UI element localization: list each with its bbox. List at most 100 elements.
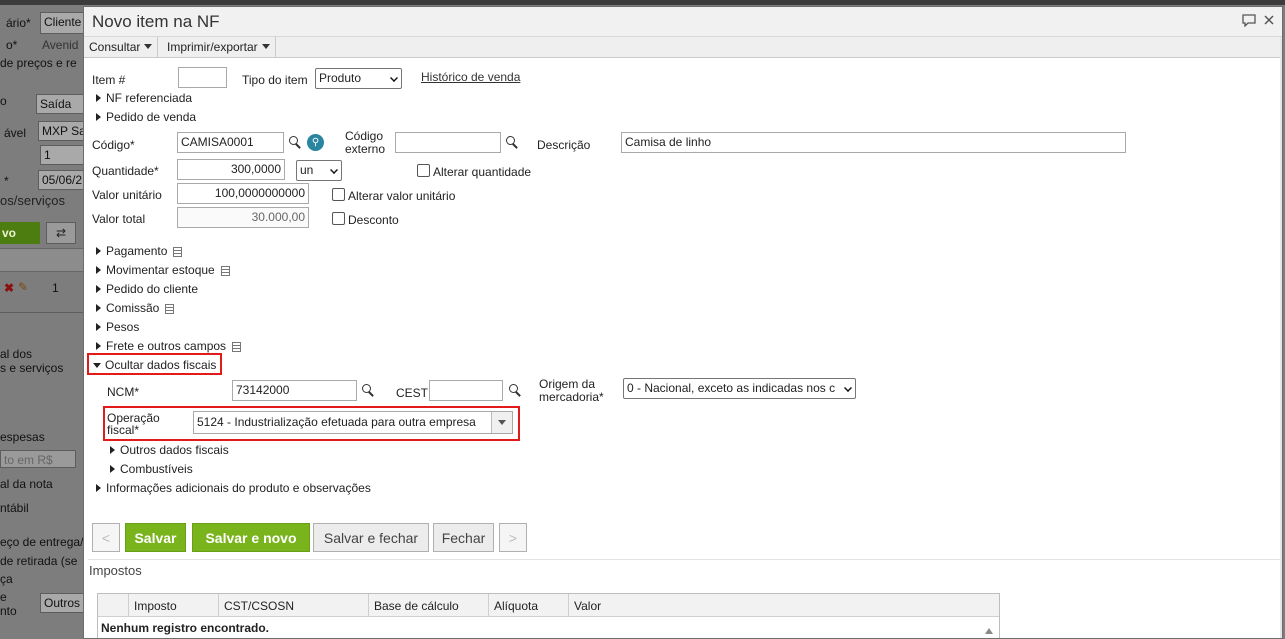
valor-unitario-input[interactable]: 100,0000000000 bbox=[177, 183, 309, 204]
pesos-toggle[interactable]: Pesos bbox=[96, 320, 139, 334]
chevron-down-icon bbox=[390, 74, 398, 82]
quantidade-label: Quantidade* bbox=[92, 164, 159, 178]
operacao-dropdown-button[interactable] bbox=[491, 412, 512, 433]
bg-currency-field[interactable]: to em R$ bbox=[0, 450, 76, 468]
tipo-select[interactable]: Produto bbox=[315, 68, 402, 89]
save-and-close-button[interactable]: Salvar e fechar bbox=[313, 523, 429, 552]
valor-total-input: 30.000,00 bbox=[177, 207, 309, 228]
unidade-value: un bbox=[300, 163, 314, 177]
column-header[interactable]: Imposto bbox=[128, 594, 182, 617]
unidade-select[interactable]: un bbox=[296, 160, 342, 181]
combustiveis-toggle[interactable]: Combustíveis bbox=[110, 462, 193, 476]
scroll-up-icon[interactable] bbox=[985, 628, 993, 634]
bg-saida-field[interactable]: Saída bbox=[36, 94, 84, 114]
chat-icon[interactable] bbox=[1241, 13, 1257, 27]
operacao-fiscal-combo[interactable]: 5124 - Industrialização efetuada para ou… bbox=[193, 411, 513, 434]
column-header[interactable]: Alíquota bbox=[488, 594, 543, 617]
ncm-label: NCM* bbox=[107, 385, 139, 399]
bg-label: al dos bbox=[0, 347, 33, 361]
bg-divider bbox=[0, 312, 84, 313]
bg-outros-field[interactable]: Outros bbox=[40, 593, 84, 613]
alterar-valor-unitario-label: Alterar valor unitário bbox=[348, 189, 456, 203]
delete-icon[interactable]: ✖ bbox=[4, 281, 14, 295]
bg-mxp-field[interactable]: MXP Sa bbox=[38, 121, 84, 141]
bg-label: ável bbox=[4, 126, 27, 140]
bg-date-field[interactable]: 05/06/2 bbox=[38, 170, 84, 190]
search-icon[interactable] bbox=[506, 136, 519, 149]
info-adicionais-toggle[interactable]: Informações adicionais do produto e obse… bbox=[96, 481, 371, 495]
consultar-menu[interactable]: Consultar bbox=[84, 37, 159, 57]
ocultar-dados-fiscais-toggle[interactable]: Ocultar dados fiscais bbox=[93, 358, 216, 372]
descricao-label: Descrição bbox=[537, 138, 591, 152]
codigo-externo-input[interactable] bbox=[395, 132, 501, 153]
dialog-titlebar: Novo item na NF bbox=[84, 7, 1282, 37]
impostos-title: Impostos bbox=[89, 563, 142, 578]
dialog-scrollbar[interactable] bbox=[1280, 37, 1282, 638]
nf-referenciada-toggle[interactable]: NF referenciada bbox=[96, 91, 192, 105]
search-icon[interactable] bbox=[289, 136, 302, 149]
nf-referenciada-label: NF referenciada bbox=[106, 91, 193, 105]
alterar-valor-unitario-checkbox[interactable] bbox=[332, 188, 345, 201]
tipo-label: Tipo do item bbox=[242, 73, 308, 87]
next-button[interactable]: > bbox=[499, 523, 527, 552]
close-button[interactable]: Fechar bbox=[433, 523, 494, 552]
close-icon[interactable] bbox=[1264, 15, 1274, 25]
expand-icon bbox=[110, 465, 115, 473]
consultar-label: Consultar bbox=[89, 40, 141, 54]
bg-label: nto bbox=[0, 604, 17, 618]
edit-icon[interactable]: ✎ bbox=[18, 280, 28, 294]
cest-input[interactable] bbox=[429, 380, 503, 401]
comissao-label: Comissão bbox=[106, 301, 160, 315]
bg-label: ário* bbox=[6, 16, 31, 30]
descricao-input[interactable]: Camisa de linho bbox=[621, 132, 1126, 153]
outros-dados-fiscais-label: Outros dados fiscais bbox=[120, 443, 229, 457]
pedido-cliente-toggle[interactable]: Pedido do cliente bbox=[96, 282, 198, 296]
alterar-quantidade-checkbox[interactable] bbox=[417, 164, 430, 177]
codigo-input[interactable]: CAMISA0001 bbox=[177, 132, 284, 153]
expand-icon bbox=[96, 323, 101, 331]
impostos-table: Imposto CST/CSOSN Base de cálculo Alíquo… bbox=[97, 593, 1000, 638]
cest-label: CEST bbox=[396, 386, 429, 400]
valor-unitario-label: Valor unitário bbox=[92, 188, 162, 202]
historico-venda-link[interactable]: Histórico de venda bbox=[421, 70, 520, 84]
bg-number-field[interactable]: 1 bbox=[40, 145, 84, 165]
pedido-venda-toggle[interactable]: Pedido de venda bbox=[96, 110, 196, 124]
bg-label: o bbox=[0, 94, 7, 108]
search-icon[interactable] bbox=[362, 384, 375, 397]
pagamento-toggle[interactable]: Pagamento bbox=[96, 244, 183, 258]
outros-dados-fiscais-toggle[interactable]: Outros dados fiscais bbox=[110, 443, 229, 457]
bg-label: s e serviços bbox=[0, 361, 64, 375]
movimentar-estoque-label: Movimentar estoque bbox=[106, 263, 215, 277]
save-and-new-button[interactable]: Salvar e novo bbox=[192, 523, 310, 552]
product-lookup-icon[interactable]: ⚲ bbox=[307, 134, 324, 151]
save-button[interactable]: Salvar bbox=[125, 523, 186, 552]
movimentar-estoque-toggle[interactable]: Movimentar estoque bbox=[96, 263, 230, 277]
column-header[interactable]: Valor bbox=[568, 594, 984, 617]
previous-button[interactable]: < bbox=[92, 523, 120, 552]
frete-label: Frete e outros campos bbox=[106, 339, 227, 353]
item-number-input[interactable] bbox=[178, 67, 227, 88]
column-header[interactable]: Base de cálculo bbox=[368, 594, 464, 617]
chevron-down-icon bbox=[498, 420, 506, 425]
comissao-toggle[interactable]: Comissão bbox=[96, 301, 175, 315]
bg-label: o* bbox=[6, 38, 18, 52]
refresh-icon[interactable]: ⇄ bbox=[46, 222, 76, 244]
desconto-checkbox[interactable] bbox=[332, 212, 345, 225]
dialog-title: Novo item na NF bbox=[92, 12, 220, 31]
bg-new-button[interactable]: vo bbox=[0, 222, 40, 244]
operacao-fiscal-value: 5124 - Industrialização efetuada para ou… bbox=[197, 415, 476, 429]
origem-select[interactable]: 0 - Nacional, exceto as indicadas nos c bbox=[623, 378, 856, 399]
column-header[interactable]: CST/CSOSN bbox=[218, 594, 299, 617]
search-icon[interactable] bbox=[509, 384, 522, 397]
frete-toggle[interactable]: Frete e outros campos bbox=[96, 339, 242, 353]
pagamento-label: Pagamento bbox=[106, 244, 168, 258]
window-top-strip bbox=[0, 0, 1285, 5]
ncm-input[interactable]: 73142000 bbox=[232, 380, 357, 401]
quantidade-input[interactable]: 300,0000 bbox=[177, 159, 285, 180]
pedido-cliente-label: Pedido do cliente bbox=[106, 282, 199, 296]
operacao-fiscal-label: Operação fiscal* bbox=[107, 411, 160, 437]
imprimir-menu[interactable]: Imprimir/exportar bbox=[162, 37, 276, 57]
expand-icon bbox=[96, 484, 101, 492]
expand-icon bbox=[96, 342, 101, 350]
bg-cliente-field[interactable]: Cliente bbox=[40, 12, 84, 34]
